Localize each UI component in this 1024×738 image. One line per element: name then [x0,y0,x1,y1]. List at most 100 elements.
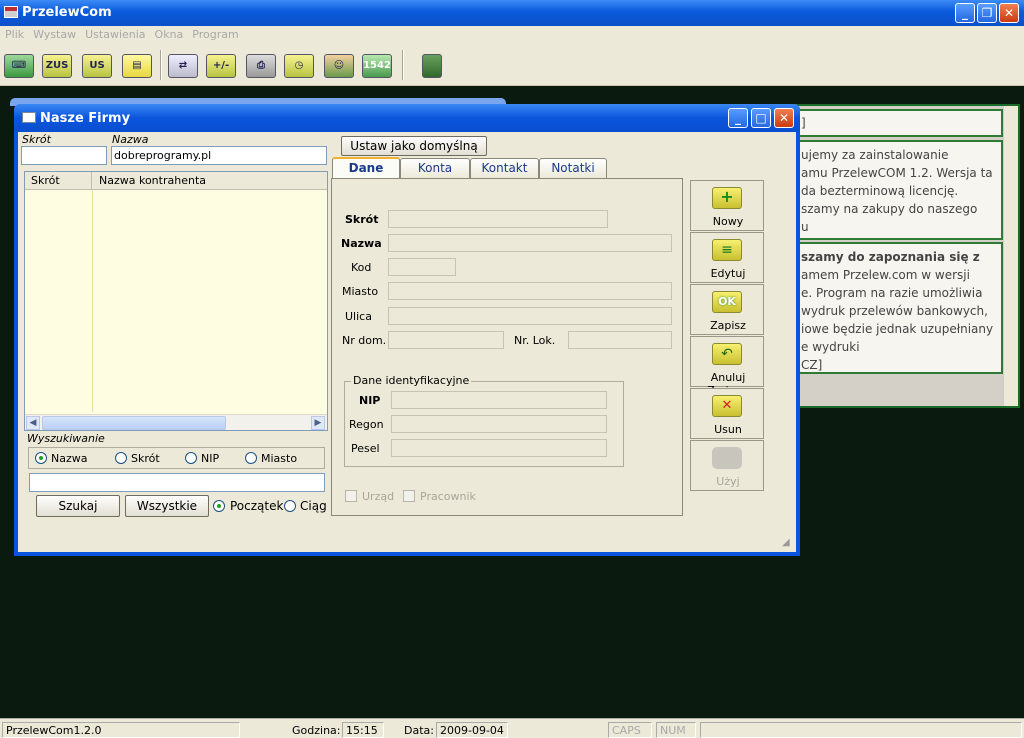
us-button[interactable]: US [82,54,112,78]
zus-button[interactable]: ZUS [42,54,72,78]
form-regon-field[interactable] [391,415,607,433]
form-nr-dom-field[interactable] [388,331,504,349]
usun-button[interactable]: ✕ Usun [690,388,764,439]
toolbar: ⌨ ZUS US ▤ ⇄ +/- ⎙ ◷ ☺ 1542 [0,44,1024,86]
nowy-label: Nowy [712,215,744,228]
undo-icon: ↶ [712,343,742,365]
form-nazwa-label: Nazwa [341,237,382,250]
edytuj-button[interactable]: ≡ Edytuj [690,232,764,283]
wszystkie-button[interactable]: Wszystkie [125,495,209,517]
welcome-text-bottom: szamy do zapoznania się z amem Przelew.co… [797,242,1003,374]
welcome-window: ] ujemy za zainstalowanie amu PrzelewCOM … [790,104,1020,408]
pracownik-checkbox[interactable] [403,490,415,502]
list-hscrollbar[interactable]: ◀ ▶ [25,414,327,430]
form-kod-label: Kod [351,261,372,274]
printer-icon[interactable]: ⎙ [246,54,276,78]
delete-icon: ✕ [712,395,742,417]
edit-icon: ≡ [712,239,742,261]
status-version: PrzelewCom1.2.0 [2,722,240,738]
nazwa-label: Nazwa [112,133,149,146]
search-input[interactable] [29,473,325,492]
uzyj-label: Użyj [716,475,740,488]
status-caps: CAPS [608,722,652,738]
zapisz-label: Zapisz [710,319,746,332]
dialog-close-button[interactable]: ✕ [774,108,794,128]
document-icon[interactable]: ▤ [122,54,152,78]
skrot-input[interactable] [21,146,107,165]
ident-group: Dane identyfikacyjne NIP Regon Pesel [344,374,624,467]
firms-list[interactable]: Skrót Nazwa kontrahenta ◀ ▶ [24,171,328,431]
dialog-maximize-button[interactable]: □ [751,108,771,128]
col-nazwa-kontrahenta[interactable]: Nazwa kontrahenta [93,172,212,189]
scroll-right-icon[interactable]: ▶ [311,416,325,430]
form-skrot-field[interactable] [388,210,608,228]
nowy-button[interactable]: + Nowy [690,180,764,231]
nazwa-input[interactable]: dobreprogramy.pl [111,146,327,165]
status-godzina: 15:15 [342,722,384,738]
dialog-minimize-button[interactable]: _ [728,108,748,128]
anuluj-zmiany-button[interactable]: ↶ Anuluj Zmiany [690,336,764,397]
form-ulica-field[interactable] [388,307,672,325]
col-skrot[interactable]: Skrót [25,172,92,190]
minimize-button[interactable]: _ [955,3,975,23]
menu-plik[interactable]: Plik [0,26,28,41]
menu-wystaw[interactable]: Wystaw [28,26,80,41]
tab-kontakt[interactable]: Kontakt [470,158,539,178]
dialog-titlebar: Nasze Firmy _ □ ✕ [14,104,800,132]
radio-nazwa[interactable] [35,452,47,464]
radio-miasto[interactable] [245,452,257,464]
form-skrot-label: Skrót [345,213,379,226]
close-button[interactable]: ✕ [999,3,1019,23]
radio-nip-label: NIP [201,452,220,465]
status-data: 2009-09-04 [436,722,508,738]
menu-ustawienia[interactable]: Ustawienia [80,26,149,41]
radio-poczatek[interactable] [213,500,225,512]
transfer-icon[interactable]: ⇄ [168,54,198,78]
form-miasto-label: Miasto [342,285,379,298]
person-icon[interactable]: ☺ [324,54,354,78]
form-nazwa-field[interactable] [388,234,672,252]
welcome-scrollbar[interactable] [1003,106,1018,406]
radio-nip[interactable] [185,452,197,464]
tab-notatki[interactable]: Notatki [539,158,607,178]
restore-button[interactable]: ❐ [977,3,997,23]
app-icon [4,6,18,18]
urzad-checkbox[interactable] [345,490,357,502]
scroll-left-icon[interactable]: ◀ [26,416,40,430]
search-group-label: Wyszukiwanie [27,432,105,445]
radio-skrot[interactable] [115,452,127,464]
calculator-icon[interactable]: ⌨ [4,54,34,78]
exit-door-icon[interactable] [422,54,442,78]
menu-program[interactable]: Program [187,26,242,41]
form-kod-field[interactable] [388,258,456,276]
scroll-thumb[interactable] [42,416,226,430]
dialog-body: Skrót Nazwa dobreprogramy.pl Skrót Nazwa… [18,132,796,552]
form-nip-label: NIP [359,394,381,407]
zapisz-button[interactable]: OK Zapisz [690,284,764,335]
window-icon [22,112,36,123]
set-default-button[interactable]: Ustaw jako domyślną [341,136,487,156]
radio-ciag[interactable] [284,500,296,512]
radio-miasto-label: Miasto [261,452,298,465]
ok-icon: OK [712,291,742,313]
uzyj-button[interactable]: Użyj [690,440,764,491]
form-nr-lok-field[interactable] [568,331,672,349]
clock-icon[interactable]: ◷ [284,54,314,78]
szukaj-button[interactable]: Szukaj [36,495,120,517]
resize-grip-icon[interactable]: ◢ [782,538,794,550]
form-nip-field[interactable] [391,391,607,409]
use-icon [712,447,742,469]
status-data-label: Data: [404,724,434,737]
tab-konta[interactable]: Konta [400,158,470,178]
form-pesel-field[interactable] [391,439,607,457]
status-extra [700,722,1022,738]
plus-minus-button[interactable]: +/- [206,54,236,78]
pit-1542-button[interactable]: 1542 [362,54,392,78]
form-regon-label: Regon [349,418,384,431]
nasze-firmy-dialog: Nasze Firmy _ □ ✕ Skrót Nazwa dobreprogr… [10,98,800,556]
form-miasto-field[interactable] [388,282,672,300]
search-options-group: Nazwa Skrót NIP Miasto [28,447,325,469]
form-pesel-label: Pesel [351,442,380,455]
menu-okna[interactable]: Okna [150,26,188,41]
tab-dane[interactable]: Dane [332,157,400,180]
